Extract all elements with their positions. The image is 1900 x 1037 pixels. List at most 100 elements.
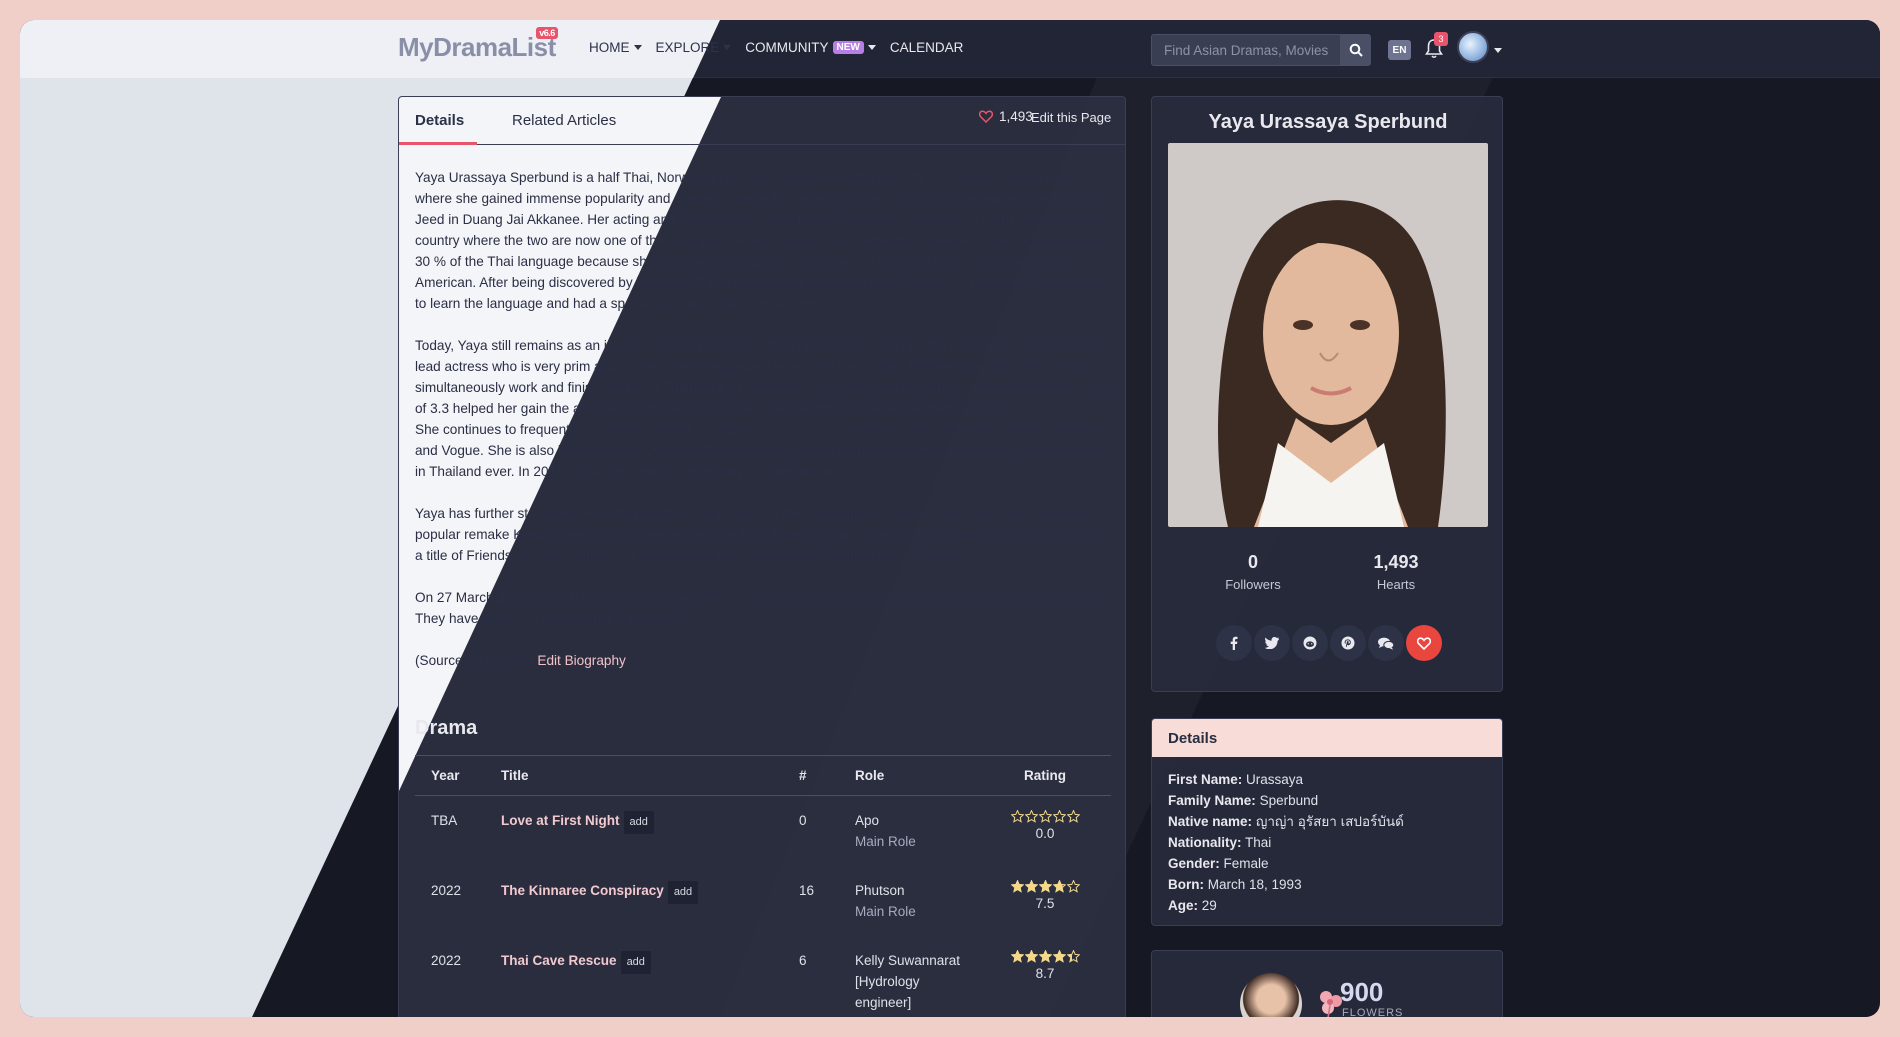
details-list: First Name: Urassaya Family Name: Sperbun… xyxy=(1152,757,1502,925)
rating-star-icon xyxy=(1052,950,1066,963)
followers-label: Followers xyxy=(1225,577,1281,592)
drama-title-cell: Love at First Night add xyxy=(485,796,783,867)
rating-star-icon xyxy=(1066,950,1080,963)
share-facebook-button[interactable] xyxy=(1216,625,1252,661)
drama-title-link[interactable]: Love at First Night xyxy=(501,813,620,828)
drama-role-cell: Phutson Main Role xyxy=(839,866,979,936)
rating-value: 0.0 xyxy=(1035,826,1055,841)
rating-value: 8.7 xyxy=(1035,966,1055,981)
favorite-heart-button[interactable] xyxy=(1406,625,1442,661)
detail-value: Thai xyxy=(1245,835,1272,850)
rating-star-icon xyxy=(1066,810,1080,823)
language-button[interactable]: EN xyxy=(1388,40,1411,60)
bio-source: (Source: Wikipedia) xyxy=(415,653,534,668)
main-menu: HOME EXPLORE COMMUNITY NEW CALENDAR xyxy=(589,40,963,55)
role-line: [Hydrology xyxy=(855,974,920,989)
detail-key: First Name: xyxy=(1168,772,1243,787)
detail-key: Age: xyxy=(1168,898,1198,913)
chevron-down-icon xyxy=(867,45,876,50)
table-row[interactable]: 2022 The Kinnaree Conspiracy add 16 Phuts… xyxy=(415,866,1111,936)
search-button[interactable] xyxy=(1341,34,1371,66)
flowers-avatar[interactable] xyxy=(1240,973,1302,1017)
flowers-count: 900 xyxy=(1340,977,1384,1007)
hearts-count: 1,493 xyxy=(1373,552,1419,572)
detail-key: Family Name: xyxy=(1168,793,1256,808)
flowers-card: 900 FLOWERS xyxy=(1151,950,1503,1017)
profile-photo[interactable] xyxy=(1168,143,1488,527)
table-row[interactable]: TBA Love at First Night add 0 Apo Main Rol… xyxy=(415,796,1111,867)
role-line: Phutson xyxy=(855,883,905,898)
site-logo[interactable]: MyDramaList v6.6 xyxy=(398,27,558,63)
edit-page-link[interactable]: Edit this Page xyxy=(1031,110,1111,125)
rating-star-icon xyxy=(1038,950,1052,963)
chevron-down-icon xyxy=(723,45,732,50)
drama-title-cell: Thai Cave Rescue add xyxy=(485,936,783,1017)
active-tab-indicator xyxy=(399,142,477,145)
rating-star-icon xyxy=(1010,950,1024,963)
header-year[interactable]: Year xyxy=(415,755,485,796)
rating-star-icon xyxy=(1010,880,1024,893)
drama-year: 2022 xyxy=(431,953,462,968)
header-role[interactable]: Role xyxy=(839,755,979,796)
drama-year: TBA xyxy=(431,813,458,828)
role-type: Main Role xyxy=(855,834,916,849)
user-avatar[interactable] xyxy=(1457,31,1489,63)
detail-key: Born: xyxy=(1168,877,1204,892)
drama-role-cell: Kelly Suwannarat [Hydrology engineer] Main … xyxy=(839,936,979,1017)
detail-key: Nationality: xyxy=(1168,835,1242,850)
rating-star-icon xyxy=(1024,810,1038,823)
nav-item-community[interactable]: COMMUNITY NEW xyxy=(745,40,876,55)
chevron-down-icon[interactable] xyxy=(1494,48,1502,53)
rating-star-icon xyxy=(1052,810,1066,823)
hearts-label: Hearts xyxy=(1376,577,1416,592)
detail-key: Native name: xyxy=(1168,814,1253,829)
header-episodes[interactable]: # xyxy=(783,755,839,796)
page-heart-count[interactable]: 1,493 xyxy=(979,109,1033,124)
flowers-label: FLOWERS xyxy=(1342,1007,1404,1017)
detail-row: Family Name: Sperbund xyxy=(1168,790,1486,811)
profile-name: Yaya Urassaya Sperbund xyxy=(1208,111,1448,133)
header-rating[interactable]: Rating xyxy=(979,755,1111,796)
drama-episodes: 16 xyxy=(799,883,815,898)
share-reddit-button[interactable] xyxy=(1292,625,1328,661)
share-pinterest-button[interactable] xyxy=(1330,625,1366,661)
page-heart-value: 1,493 xyxy=(999,109,1033,124)
rating-star-icon xyxy=(1066,880,1080,893)
table-row[interactable]: 2022 Thai Cave Rescue add 6 Kelly Suwanna… xyxy=(415,936,1111,1017)
share-twitter-button[interactable] xyxy=(1254,625,1290,661)
tab-related-articles[interactable]: Related Articles xyxy=(512,112,616,129)
twitter-icon xyxy=(1265,637,1279,649)
header-title[interactable]: Title xyxy=(485,755,783,796)
drama-title-link[interactable]: The Kinnaree Conspiracy xyxy=(501,883,664,898)
detail-row: Native name: ญาญ่า อุรัสยา เสปอร์บันด์ xyxy=(1168,811,1486,832)
rating-value: 7.5 xyxy=(1035,896,1055,911)
heart-outline-icon xyxy=(979,110,993,123)
hearts-stat[interactable]: 1,493 Hearts xyxy=(1336,552,1456,592)
nav-item-calendar[interactable]: CALENDAR xyxy=(890,40,964,55)
role-line: Apo xyxy=(855,813,880,828)
tab-details[interactable]: Details xyxy=(415,112,464,129)
detail-row: Born: March 18, 1993 xyxy=(1168,874,1486,895)
edit-biography-link[interactable]: Edit Biography xyxy=(537,653,625,668)
add-to-list-button[interactable]: add xyxy=(667,881,699,904)
tab-bar: Details Related Articles 1,493 Edit this… xyxy=(399,97,1125,145)
heart-icon xyxy=(1417,636,1431,650)
followers-count: 0 xyxy=(1247,552,1258,572)
drama-table: Year Title # Role Rating TBA Love at Fir… xyxy=(415,755,1111,1017)
role-line: engineer] xyxy=(855,995,912,1010)
nav-item-home[interactable]: HOME xyxy=(589,40,642,55)
followers-stat[interactable]: 0 Followers xyxy=(1193,552,1313,592)
nav-item-explore[interactable]: EXPLORE xyxy=(656,40,732,55)
drama-rating-cell: 0.0 xyxy=(979,796,1111,867)
search-input[interactable] xyxy=(1151,34,1341,66)
drama-title-link[interactable]: Thai Cave Rescue xyxy=(501,953,617,968)
rating-stars xyxy=(995,950,1095,963)
role-type: Main Role xyxy=(855,904,916,919)
details-heading: Details xyxy=(1152,719,1502,757)
add-to-list-button[interactable]: add xyxy=(620,951,651,974)
share-comments-button[interactable] xyxy=(1368,625,1404,661)
add-to-list-button[interactable]: add xyxy=(623,811,654,834)
detail-row: Age: 29 xyxy=(1168,895,1486,916)
chevron-down-icon xyxy=(633,45,642,50)
nav-explore-label: EXPLORE xyxy=(655,40,720,55)
